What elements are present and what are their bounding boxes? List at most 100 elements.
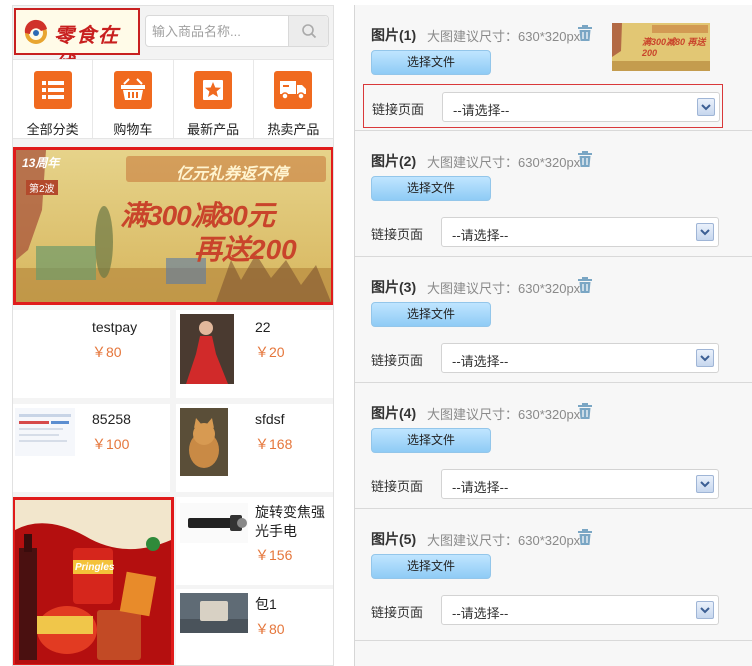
chevron-down-icon[interactable] [696,349,714,367]
nav-item-all-categories[interactable]: 全部分类 [13,60,94,138]
banner-wave: 第2波 [26,180,58,195]
product-name: testpay [92,319,138,335]
nav-item-hot-products[interactable]: 热卖产品 [254,60,333,138]
link-page-label: 链接页面 [372,102,425,117]
nav-item-new-products[interactable]: 最新产品 [174,60,254,138]
link-page-row: 链接页面 --请选择-- [363,588,723,632]
image-slot-3: 图片(3) 大图建议尺寸：630*320px 选择文件 链接页面 --请选择-- [355,257,752,383]
promo-image[interactable]: Pringles [13,497,174,665]
product-card[interactable]: sfdsf ￥168 [176,404,333,492]
image-slot-4: 图片(4) 大图建议尺寸：630*320px 选择文件 链接页面 --请选择-- [355,383,752,509]
trash-icon[interactable] [577,277,593,294]
link-page-select[interactable]: --请选择-- [442,92,720,122]
link-page-label: 链接页面 [371,479,424,494]
basket-icon [120,78,145,100]
image-slot-2: 图片(2) 大图建议尺寸：630*320px 选择文件 链接页面 --请选择-- [355,131,752,257]
product-price: ￥168 [255,436,293,452]
banner-badge: 13周年 [22,156,60,170]
trash-icon[interactable] [577,25,593,42]
nav-label: 最新产品 [187,122,240,137]
nav-label: 热卖产品 [267,122,320,137]
slot-title: 图片(1) [371,27,417,43]
product-price: ￥80 [255,621,285,637]
slot-editor-panel: 图片(1) 大图建议尺寸：630*320px 满300减80 再送200 选择文… [354,5,752,666]
slot-size-hint: 大图建议尺寸：630*320px [427,533,581,548]
link-page-row: 链接页面 --请选择-- [363,336,723,380]
photo-flashlight [180,503,248,543]
choose-file-button[interactable]: 选择文件 [371,428,491,453]
link-page-label: 链接页面 [371,605,424,620]
chevron-down-icon[interactable] [696,601,714,619]
choose-file-button[interactable]: 选择文件 [371,50,491,75]
select-value: --请选择-- [452,228,509,243]
link-page-row: 链接页面 --请选择-- [363,462,723,506]
chevron-down-icon[interactable] [696,223,714,241]
product-thumbnail [180,503,248,543]
promo-artwork [15,500,171,664]
logo-swirl-icon [24,19,47,44]
product-card[interactable]: 22 ￥20 [176,310,333,398]
link-page-select[interactable]: --请选择-- [441,217,719,247]
search-box [145,15,329,47]
link-page-select[interactable]: --请选择-- [441,595,719,625]
chevron-down-icon[interactable] [696,475,714,493]
product-card[interactable]: 包1 ￥80 [176,589,333,665]
store-logo[interactable]: 零食在线 [14,8,140,76]
slot-title: 图片(3) [371,279,417,295]
nav-label: 全部分类 [26,122,79,137]
select-value: --请选择-- [452,354,509,369]
product-thumbnail [180,408,228,476]
link-page-label: 链接页面 [371,353,424,368]
search-button[interactable] [288,16,328,46]
product-thumbnail [180,314,234,384]
nav-item-cart[interactable]: 购物车 [93,60,174,138]
link-page-row: 链接页面 --请选择-- [363,84,723,128]
product-card[interactable]: 旋转变焦强光手电 ￥156 [176,497,333,585]
link-page-select[interactable]: --请选择-- [441,343,719,373]
slot-size-hint: 大图建议尺寸：630*320px [427,29,581,44]
product-name: 旋转变焦强光手电 [255,504,325,539]
star-icon [203,80,224,100]
choose-file-button[interactable]: 选择文件 [371,554,491,579]
select-value: --请选择-- [453,103,510,118]
trash-icon[interactable] [577,151,593,168]
photo-bag [180,593,248,633]
link-page-label: 链接页面 [371,227,424,242]
slot-title: 图片(4) [371,405,417,421]
choose-file-button[interactable]: 选择文件 [371,176,491,201]
photo-woman-red-dress [180,314,234,384]
banner-slogan: 亿元礼券返不停 [176,166,289,183]
trash-icon[interactable] [577,529,593,546]
product-card[interactable]: testpay ￥80 [13,310,170,398]
list-icon [41,81,64,99]
promo-brand-text: Pringles [75,562,115,573]
product-name: 包1 [255,596,277,612]
mobile-preview: 零食在线 全部分类 [12,5,334,666]
photo-kitten [180,408,228,476]
slot-size-hint: 大图建议尺寸：630*320px [427,155,581,170]
slot-size-hint: 大图建议尺寸：630*320px [427,407,581,422]
truck-icon [280,81,307,100]
product-price: ￥20 [255,344,285,360]
product-price: ￥156 [255,547,293,563]
search-input[interactable] [146,16,291,46]
slot-title: 图片(2) [371,153,417,169]
product-name: 85258 [92,411,131,427]
product-price: ￥100 [92,436,130,452]
image-slot-5: 图片(5) 大图建议尺寸：630*320px 选择文件 链接页面 --请选择-- [355,509,752,641]
trash-icon[interactable] [577,403,593,420]
link-page-row: 链接页面 --请选择-- [363,210,723,254]
product-name: sfdsf [255,411,285,427]
thumb-text: 满300减80 再送200 [642,37,706,58]
product-card[interactable]: 85258 ￥100 [13,404,170,492]
choose-file-button[interactable]: 选择文件 [371,302,491,327]
screenshot-thumbnail [15,408,75,456]
product-thumbnail [15,408,75,456]
search-icon [301,24,316,39]
image-slot-1: 图片(1) 大图建议尺寸：630*320px 满300减80 再送200 选择文… [355,5,752,131]
slot-preview-thumbnail[interactable]: 满300减80 再送200 [612,23,710,71]
chevron-down-icon[interactable] [697,98,715,116]
link-page-select[interactable]: --请选择-- [441,469,719,499]
product-price: ￥80 [92,344,122,360]
banner-image[interactable]: 13周年 第2波 亿元礼券返不停 满300减80元 再送200 [13,147,333,305]
